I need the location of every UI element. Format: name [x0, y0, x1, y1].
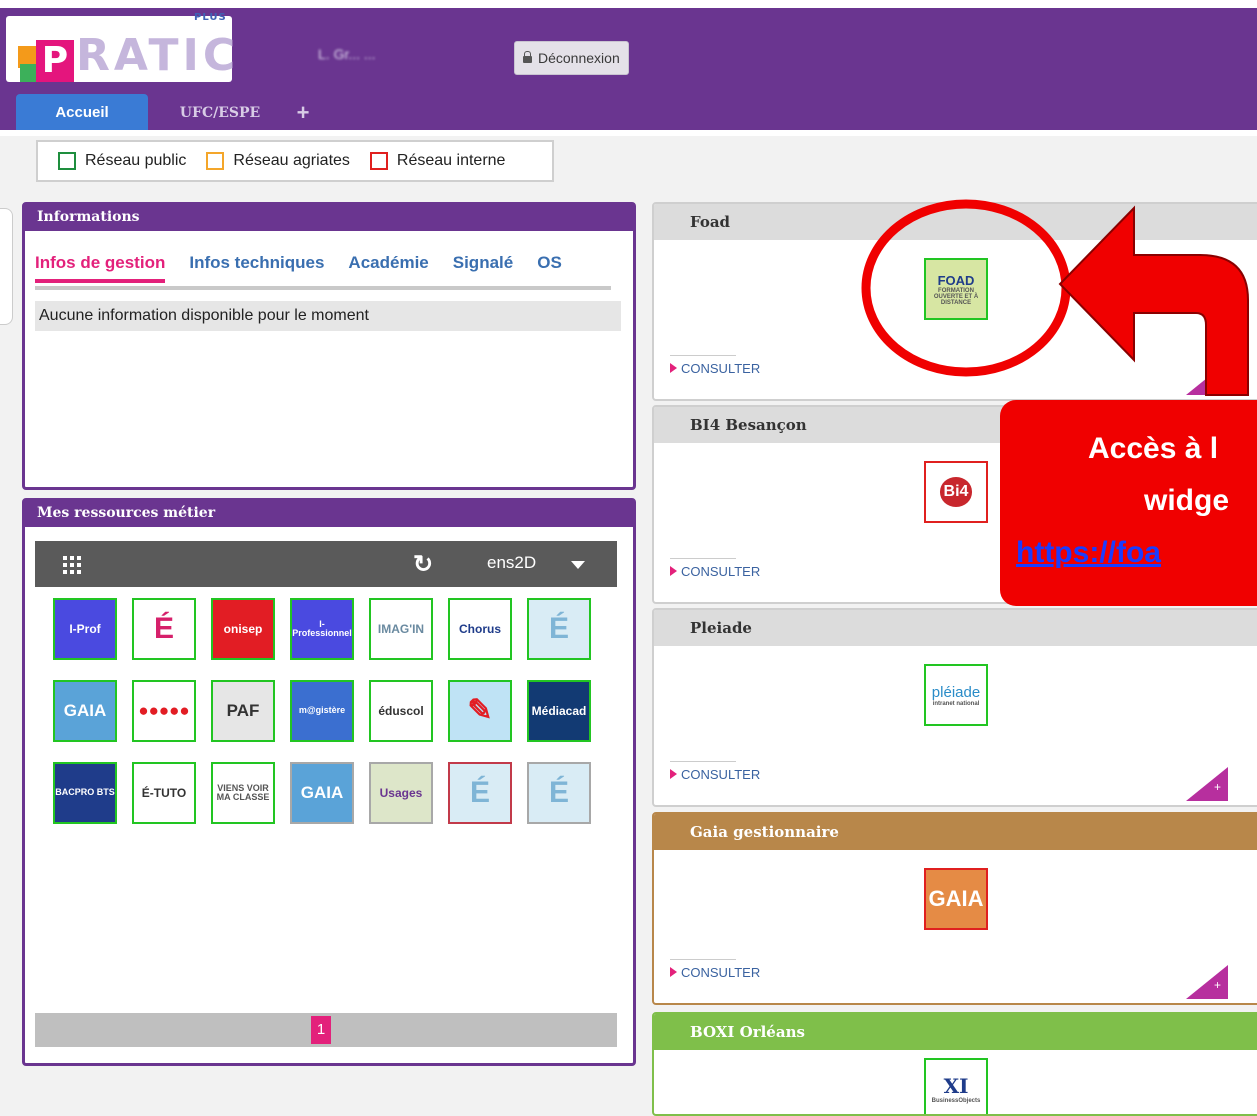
user-name: L. Gr... ... [318, 46, 376, 62]
widget-expand-button[interactable]: + [1186, 361, 1228, 395]
widget-title: Gaia gestionnaire [654, 814, 1257, 850]
chevron-down-icon[interactable] [571, 561, 585, 569]
tab-accueil[interactable]: Accueil [16, 94, 148, 132]
page-1-button[interactable]: 1 [311, 1016, 331, 1044]
widget-title: Foad [654, 204, 1257, 240]
resource-tile[interactable]: m@gistère [290, 680, 354, 742]
resource-tile[interactable]: onisep [211, 598, 275, 660]
resource-tile[interactable]: É [448, 762, 512, 824]
widget-title: BOXI Orléans [654, 1014, 1257, 1050]
callout-box: Accès à l widge https://foa [1000, 400, 1257, 606]
widget-logo-text: Bi4 [939, 477, 973, 507]
widget-expand-button[interactable]: + [1186, 965, 1228, 999]
tab-academie[interactable]: Académie [348, 253, 428, 283]
widget-pleiade: Pleiade pléiade intranet national CONSULTER… [652, 608, 1257, 807]
consulter-link[interactable]: CONSULTER [670, 767, 760, 782]
add-tab-button[interactable]: + [288, 94, 318, 132]
resource-tile[interactable]: Chorus [448, 598, 512, 660]
informations-title: Informations [25, 205, 633, 231]
widget-foad: Foad FOAD FORMATION OUVERTE ET À DISTANCE C… [652, 202, 1257, 401]
widget-expand-button[interactable]: + [1186, 767, 1228, 801]
header-bar: PLUS P RATIC L. Gr... ... Déconnexion Ac… [0, 8, 1257, 132]
widget-logo-text: XI [943, 1074, 969, 1098]
widget-title: Pleiade [654, 610, 1257, 646]
logo-plus-text: PLUS [194, 12, 227, 23]
widget-logo[interactable]: pléiade intranet national [924, 664, 988, 726]
resource-tile[interactable]: É [132, 598, 196, 660]
ressources-panel: Mes ressources métier ↻ ens2D I-Prof Éoni… [22, 498, 636, 1066]
widget-gaia-gestionnaire: Gaia gestionnaire GAIA CONSULTER + [652, 812, 1257, 1005]
logout-button[interactable]: Déconnexion [514, 41, 629, 75]
widget-logo-subtext: BusinessObjects [931, 1098, 981, 1104]
widget-logo[interactable]: XI BusinessObjects [924, 1058, 988, 1114]
legend-agriates: Réseau agriates [206, 152, 350, 170]
widget-logo-subtext: intranet national [932, 700, 980, 707]
callout-line-2: widge [1144, 484, 1230, 517]
resource-tile[interactable]: É [527, 598, 591, 660]
resource-tile[interactable]: ✎ [448, 680, 512, 742]
resource-tile[interactable]: Usages [369, 762, 433, 824]
network-legend: Réseau public Réseau agriates Réseau int… [36, 140, 554, 182]
logo-word: RATIC [76, 30, 240, 81]
tab-infos-gestion[interactable]: Infos de gestion [35, 253, 166, 283]
lock-icon [523, 50, 532, 63]
callout-line-1: Accès à l [1088, 432, 1219, 465]
resource-tile[interactable]: I-Prof [53, 598, 117, 660]
ressources-title: Mes ressources métier [25, 501, 633, 527]
plus-icon: + [1214, 780, 1222, 794]
resource-tile[interactable]: ●●●●● [132, 680, 196, 742]
logout-label: Déconnexion [538, 50, 620, 66]
profile-select-value[interactable]: ens2D [487, 553, 536, 573]
resource-tile[interactable]: BACPRO BTS [53, 762, 117, 824]
pager: 1 [35, 1013, 617, 1047]
plus-icon: + [1214, 374, 1222, 388]
legend-public: Réseau public [58, 152, 186, 170]
consulter-link[interactable]: CONSULTER [670, 965, 760, 980]
widget-logo-subtext: FORMATION OUVERTE ET À DISTANCE [933, 287, 979, 306]
consulter-link[interactable]: CONSULTER [670, 564, 760, 579]
info-tabs: Infos de gestion Infos techniques Académ… [35, 253, 562, 283]
widget-logo-text: FOAD [937, 272, 975, 288]
widget-logo-text: GAIA [928, 886, 984, 911]
informations-panel: Informations Infos de gestion Infos tech… [22, 202, 636, 490]
resource-tile[interactable]: I-Professionnel [290, 598, 354, 660]
info-message: Aucune information disponible pour le mo… [35, 301, 621, 331]
consulter-link[interactable]: CONSULTER [670, 361, 760, 376]
tab-os[interactable]: OS [537, 253, 562, 283]
legend-square-green [58, 152, 76, 170]
widget-logo[interactable]: FOAD FORMATION OUVERTE ET À DISTANCE [924, 258, 988, 320]
legend-square-orange [206, 152, 225, 170]
top-strip [0, 0, 1257, 8]
widget-boxi-orl-ans: BOXI Orléans XI BusinessObjects [652, 1012, 1257, 1116]
resource-tile[interactable]: IMAG'IN [369, 598, 433, 660]
ressources-toolbar: ↻ ens2D [35, 541, 617, 587]
callout-link[interactable]: https://foa [1016, 536, 1161, 570]
resource-tile[interactable]: GAIA [53, 680, 117, 742]
legend-interne: Réseau interne [369, 152, 505, 170]
apps-grid-icon[interactable] [63, 556, 81, 574]
resource-tile[interactable]: VIENS VOIR MA CLASSE [211, 762, 275, 824]
tab-signale[interactable]: Signalé [453, 253, 513, 283]
resource-tile[interactable]: PAF [211, 680, 275, 742]
tab-ufc-espe[interactable]: UFC/ESPE [160, 94, 280, 132]
refresh-icon[interactable]: ↻ [413, 550, 433, 579]
side-panel-handle[interactable] [0, 208, 13, 325]
resource-tile[interactable]: É-TUTO [132, 762, 196, 824]
logo-p-letter: P [36, 40, 74, 82]
resource-tile[interactable]: É [527, 762, 591, 824]
plus-icon: + [1214, 978, 1222, 992]
legend-square-red [369, 152, 388, 170]
widget-logo[interactable]: GAIA [924, 868, 988, 930]
resource-tile[interactable]: GAIA [290, 762, 354, 824]
pratic-logo[interactable]: PLUS P RATIC [6, 12, 235, 82]
resource-tile[interactable]: Médiacad [527, 680, 591, 742]
widget-logo[interactable]: Bi4 [924, 461, 988, 523]
tab-infos-techniques[interactable]: Infos techniques [189, 253, 324, 283]
widget-logo-text: pléiade [931, 683, 981, 701]
resource-tile[interactable]: éduscol [369, 680, 433, 742]
